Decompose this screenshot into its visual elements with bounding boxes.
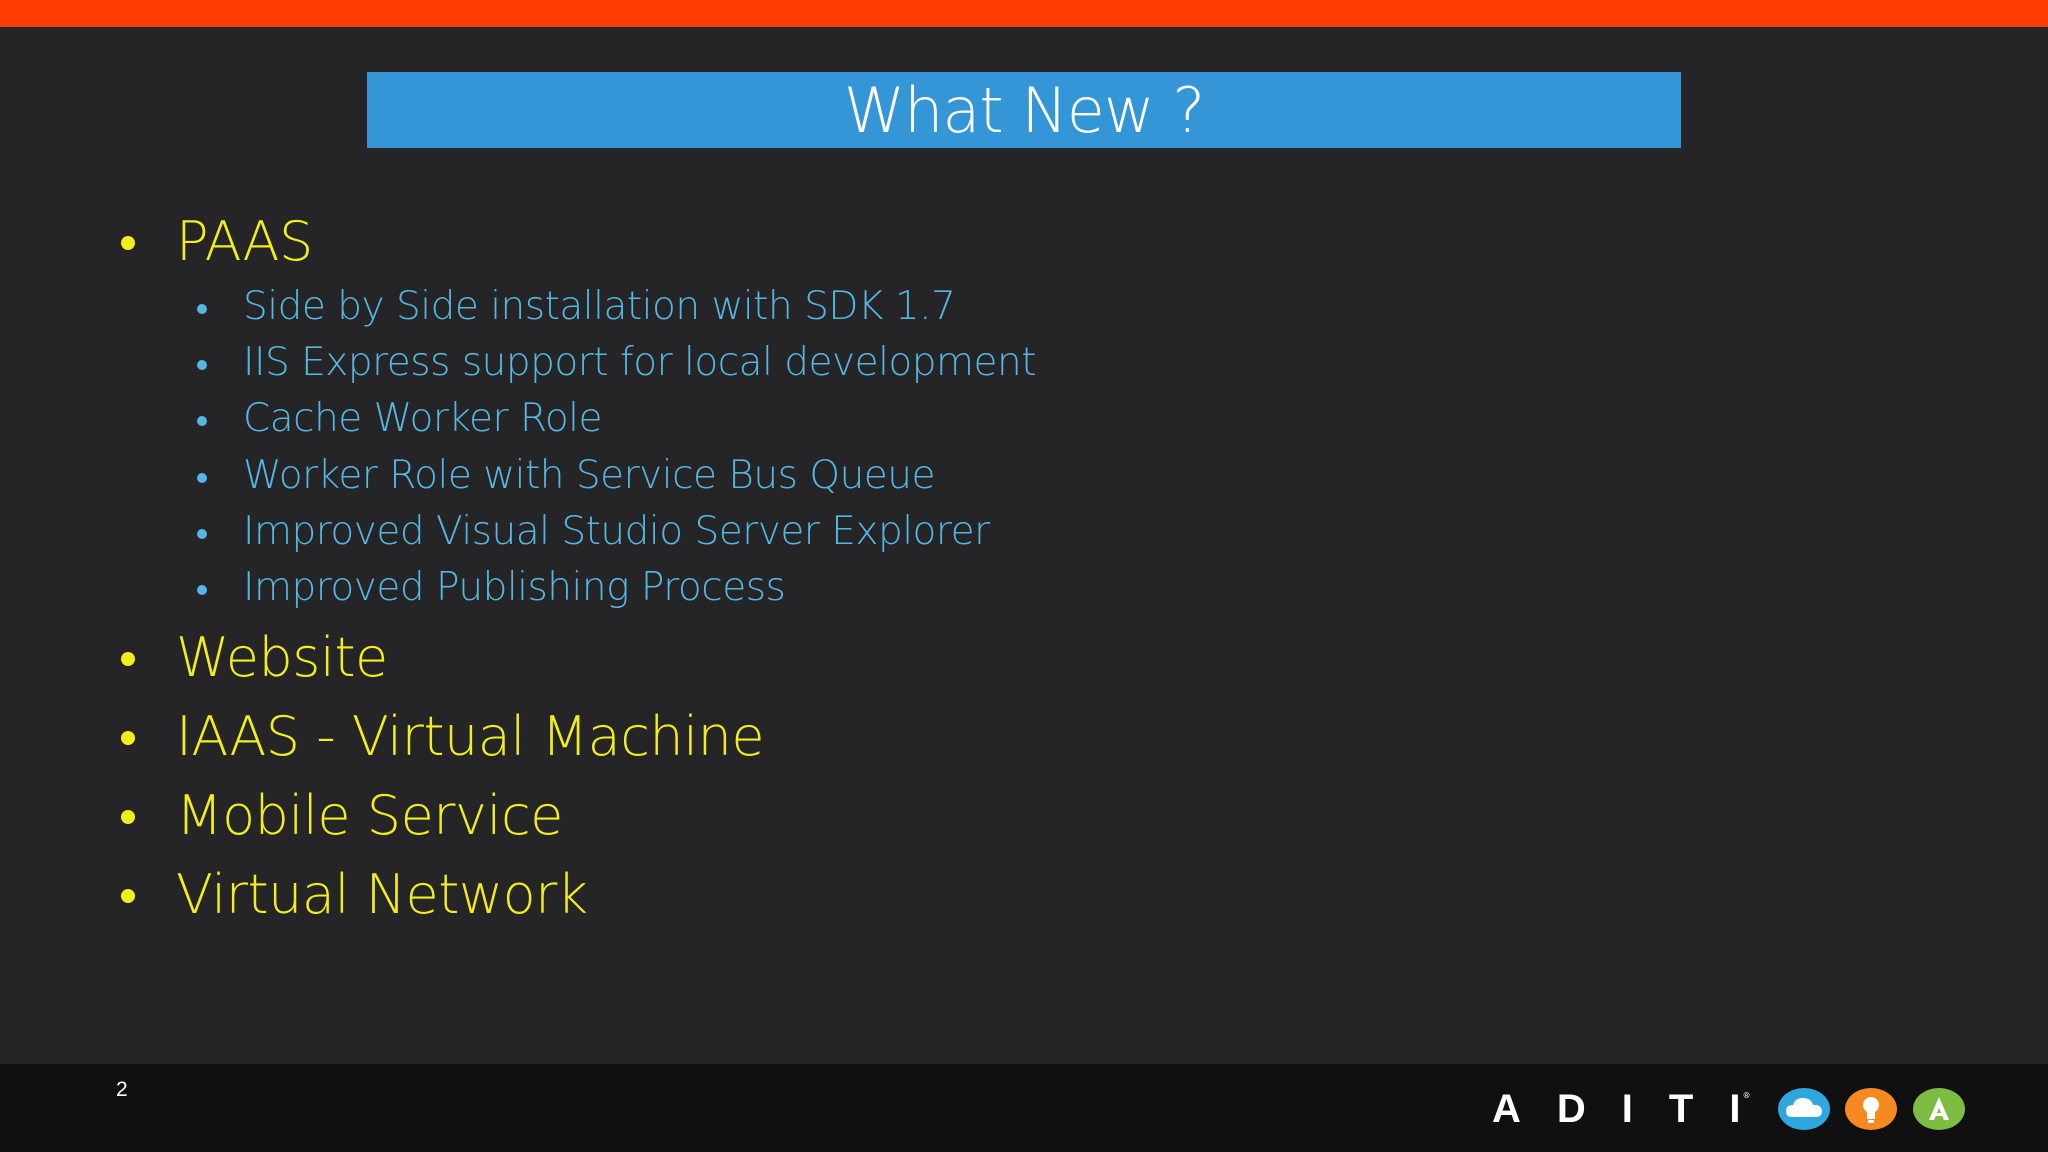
sub-bullet-label: Improved Visual Studio Server Explorer [243,509,990,554]
bullet-label: PAAS [176,210,313,273]
logo-wordmark: ADITI [1492,1087,1777,1131]
bullet-label: Virtual Network [176,863,588,926]
registered-mark: ® [1742,1090,1751,1100]
lightbulb-icon-graphic [1863,1097,1879,1123]
sub-bullet-label: Worker Role with Service Bus Queue [243,453,936,498]
sub-bullet-dot [197,416,207,426]
bullet-label: Mobile Service [176,784,563,847]
sub-bullet-dot [197,529,207,539]
lightbulb-icon [1845,1088,1897,1130]
slide-title: What New ? [843,73,1205,147]
bullet-dot [121,236,135,250]
sub-bullet-dot [197,585,207,595]
a-letter-icon-graphic [1929,1097,1949,1120]
bullet-dot [121,889,135,903]
sub-bullet-dot [197,473,207,483]
bullet-dot [121,731,135,745]
sub-bullet-label: Side by Side installation with SDK 1.7 [243,284,956,329]
cloud-icon-graphic [1786,1098,1822,1117]
bullet-label: IAAS - Virtual Machine [176,705,765,768]
a-letter-icon [1913,1088,1965,1130]
sub-bullet-dot [197,360,207,370]
bullet-dot [121,810,135,824]
sub-bullet-label: IIS Express support for local developmen… [243,340,1037,385]
sub-bullet-dot [197,304,207,314]
top-accent-bar [0,0,2048,27]
bullet-label: Website [176,626,388,689]
cloud-icon [1778,1088,1830,1130]
presentation-slide: What New ? PAAS Side by Side installatio… [0,0,2048,1152]
page-number: 2 [116,1078,128,1101]
sub-bullet-label: Cache Worker Role [243,396,603,441]
bullet-dot [121,652,135,666]
sub-bullet-label: Improved Publishing Process [243,565,786,610]
aditi-logo: ADITI ® [1492,1087,1784,1131]
title-banner: What New ? [367,72,1681,148]
